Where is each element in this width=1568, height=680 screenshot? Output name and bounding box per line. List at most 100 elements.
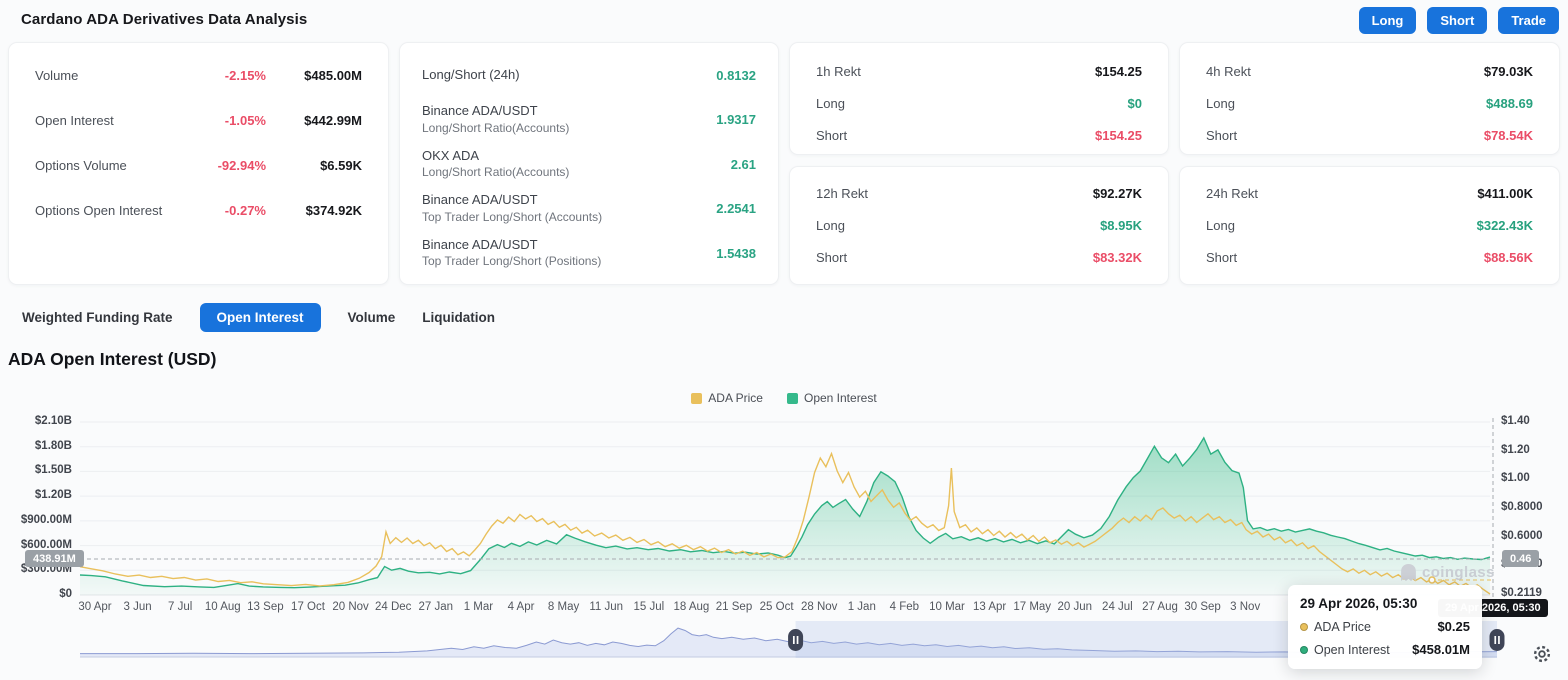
stat-change: -92.94% <box>217 158 266 173</box>
rekt-long-label: Long <box>816 95 845 111</box>
legend-label: Open Interest <box>803 391 877 405</box>
watermark-text: coinglass <box>1422 564 1495 581</box>
gear-icon <box>1533 645 1551 663</box>
tab-weighted-funding-rate[interactable]: Weighted Funding Rate <box>22 303 173 332</box>
legend-swatch <box>691 392 703 404</box>
stat-row: Open Interest -1.05% $442.99M <box>35 98 362 143</box>
ratio-row: Long/Short (24h) 0.8132 <box>422 53 756 98</box>
long-short-ratio-card: Long/Short (24h) 0.8132 Binance ADA/USDT Lo… <box>399 42 779 285</box>
ratio-labels: Long/Short (24h) <box>422 67 716 84</box>
ratio-sublabel: Top Trader Long/Short (Accounts) <box>422 209 603 224</box>
tooltip-series-name: Open Interest <box>1314 642 1390 657</box>
header-actions: Long Short Trade <box>1358 7 1559 34</box>
ratio-label: Binance ADA/USDT <box>422 103 538 118</box>
stat-value: $6.59K <box>320 158 362 173</box>
y-axis-label-left: $900.00M <box>20 513 72 526</box>
rekt-title-row: 4h Rekt $79.03K <box>1206 55 1533 87</box>
tab-open-interest[interactable]: Open Interest <box>199 302 321 332</box>
stat-label: Volume <box>35 68 79 83</box>
legend-item[interactable]: Open Interest <box>786 391 877 405</box>
rekt-total: $79.03K <box>1483 63 1533 79</box>
ratio-labels: OKX ADA Long/Short Ratio(Accounts) <box>422 148 731 181</box>
rekt-long-row: Long $322.43K <box>1206 209 1533 241</box>
tooltip-row: ADA Price $0.25 <box>1300 619 1470 634</box>
rekt-card-12h: 12h Rekt $92.27K Long $8.95K Short $83.32K <box>789 166 1169 285</box>
ratio-row: Binance ADA/USDT Top Trader Long/Short (P… <box>422 231 756 276</box>
rekt-card-4h: 4h Rekt $79.03K Long $488.69 Short $78.54K <box>1179 42 1560 155</box>
tooltip-rows: ADA Price $0.25 Open Interest $458.01M <box>1300 619 1470 657</box>
market-stats-card: Volume -2.15% $485.00M Open Interest -1.05% $… <box>8 42 389 285</box>
crosshair-right-value-badge: 0.46 <box>1502 550 1540 567</box>
rekt-title: 1h Rekt <box>816 63 861 79</box>
rekt-title: 12h Rekt <box>816 185 869 201</box>
tooltip-series-name: ADA Price <box>1314 619 1371 634</box>
stat-row: Options Open Interest -0.27% $374.92K <box>35 188 362 233</box>
y-axis-label-right: $1.00 <box>1501 472 1530 485</box>
rekt-title-row: 12h Rekt $92.27K <box>816 177 1142 209</box>
y-axis-label-right: $1.40 <box>1501 415 1530 427</box>
rekt-short-value: $83.32K <box>1092 249 1142 265</box>
chart-legend: ADA Price Open Interest <box>0 391 1568 405</box>
ratio-labels: Binance ADA/USDT Top Trader Long/Short (P… <box>422 237 716 270</box>
y-axis-label-right: $0.2119 <box>1501 587 1542 599</box>
short-button[interactable]: Short <box>1427 7 1488 34</box>
legend-label: ADA Price <box>708 391 763 405</box>
section-title: ADA Open Interest (USD) <box>8 349 217 369</box>
y-axis-label-left: $0 <box>59 588 72 600</box>
ratio-value: 0.8132 <box>716 67 756 83</box>
coinglass-watermark: coinglass <box>1400 563 1495 582</box>
stat-change: -1.05% <box>224 113 266 128</box>
ratio-value: 1.9317 <box>716 112 756 128</box>
stat-change: -0.27% <box>224 203 266 218</box>
rekt-long-value: $488.69 <box>1486 95 1533 111</box>
tooltip-row: Open Interest $458.01M <box>1300 642 1470 657</box>
chart-settings-icon[interactable] <box>1528 640 1556 668</box>
rekt-long-value: $322.43K <box>1476 217 1533 233</box>
tab-liquidation[interactable]: Liquidation <box>422 303 495 332</box>
ratio-label: Long/Short (24h) <box>422 66 520 82</box>
navigator[interactable] <box>80 620 1497 660</box>
page-header: Cardano ADA Derivatives Data Analysis Lo… <box>0 0 1568 40</box>
rekt-short-value: $78.54K <box>1483 127 1533 143</box>
rekt-long-value: $8.95K <box>1100 217 1142 233</box>
rekt-title-row: 24h Rekt $411.00K <box>1206 177 1533 209</box>
rekt-short-label: Short <box>816 127 848 143</box>
y-axis-label-right: $0.8000 <box>1501 501 1543 513</box>
y-axis-label-right: $0.6000 <box>1501 529 1543 542</box>
ratio-labels: Binance ADA/USDT Top Trader Long/Short (A… <box>422 192 716 225</box>
ratio-row: Binance ADA/USDT Top Trader Long/Short (A… <box>422 187 756 232</box>
tooltip-date: 29 Apr 2026, 05:30 <box>1300 596 1418 611</box>
ratio-value: 1.5438 <box>716 245 756 261</box>
chart-tabs: Weighted Funding Rate Open Interest Volume… <box>22 302 495 332</box>
stat-value: $442.99M <box>304 113 362 128</box>
tooltip-series-value: $458.01M <box>1412 642 1470 657</box>
trade-button[interactable]: Trade <box>1498 7 1559 34</box>
stat-row: Volume -2.15% $485.00M <box>35 53 362 98</box>
y-axis-label-left: $600.00M <box>20 538 72 551</box>
long-button[interactable]: Long <box>1358 7 1417 34</box>
stat-value: $485.00M <box>304 68 362 83</box>
ratio-sublabel: Top Trader Long/Short (Positions) <box>422 254 602 269</box>
legend-item[interactable]: ADA Price <box>691 391 763 405</box>
y-axis-label-left: $1.20B <box>34 489 72 502</box>
rekt-long-row: Long $0 <box>816 87 1142 119</box>
rekt-total: $92.27K <box>1092 185 1142 201</box>
stat-label: Options Open Interest <box>35 203 163 218</box>
tab-volume[interactable]: Volume <box>348 303 396 332</box>
stat-value: $374.92K <box>305 203 362 218</box>
ratio-value: 2.61 <box>730 156 756 172</box>
ratio-row: Binance ADA/USDT Long/Short Ratio(Account… <box>422 98 756 143</box>
page-title: Cardano ADA Derivatives Data Analysis <box>21 11 308 28</box>
rekt-short-row: Short $78.54K <box>1206 119 1533 151</box>
ratio-label: Binance ADA/USDT <box>422 192 538 207</box>
rekt-long-row: Long $8.95K <box>816 209 1142 241</box>
ratio-value: 2.2541 <box>716 201 756 217</box>
rekt-short-value: $154.25 <box>1095 127 1142 143</box>
legend-swatch <box>786 392 798 404</box>
rekt-long-value: $0 <box>1127 95 1142 111</box>
tooltip-series-dot <box>1300 645 1308 654</box>
tooltip-series-value: $0.25 <box>1437 619 1470 634</box>
ratio-label: Binance ADA/USDT <box>422 236 538 252</box>
rekt-card-24h: 24h Rekt $411.00K Long $322.43K Short $88.56K <box>1179 166 1560 285</box>
coinglass-logo-icon <box>1401 564 1416 581</box>
